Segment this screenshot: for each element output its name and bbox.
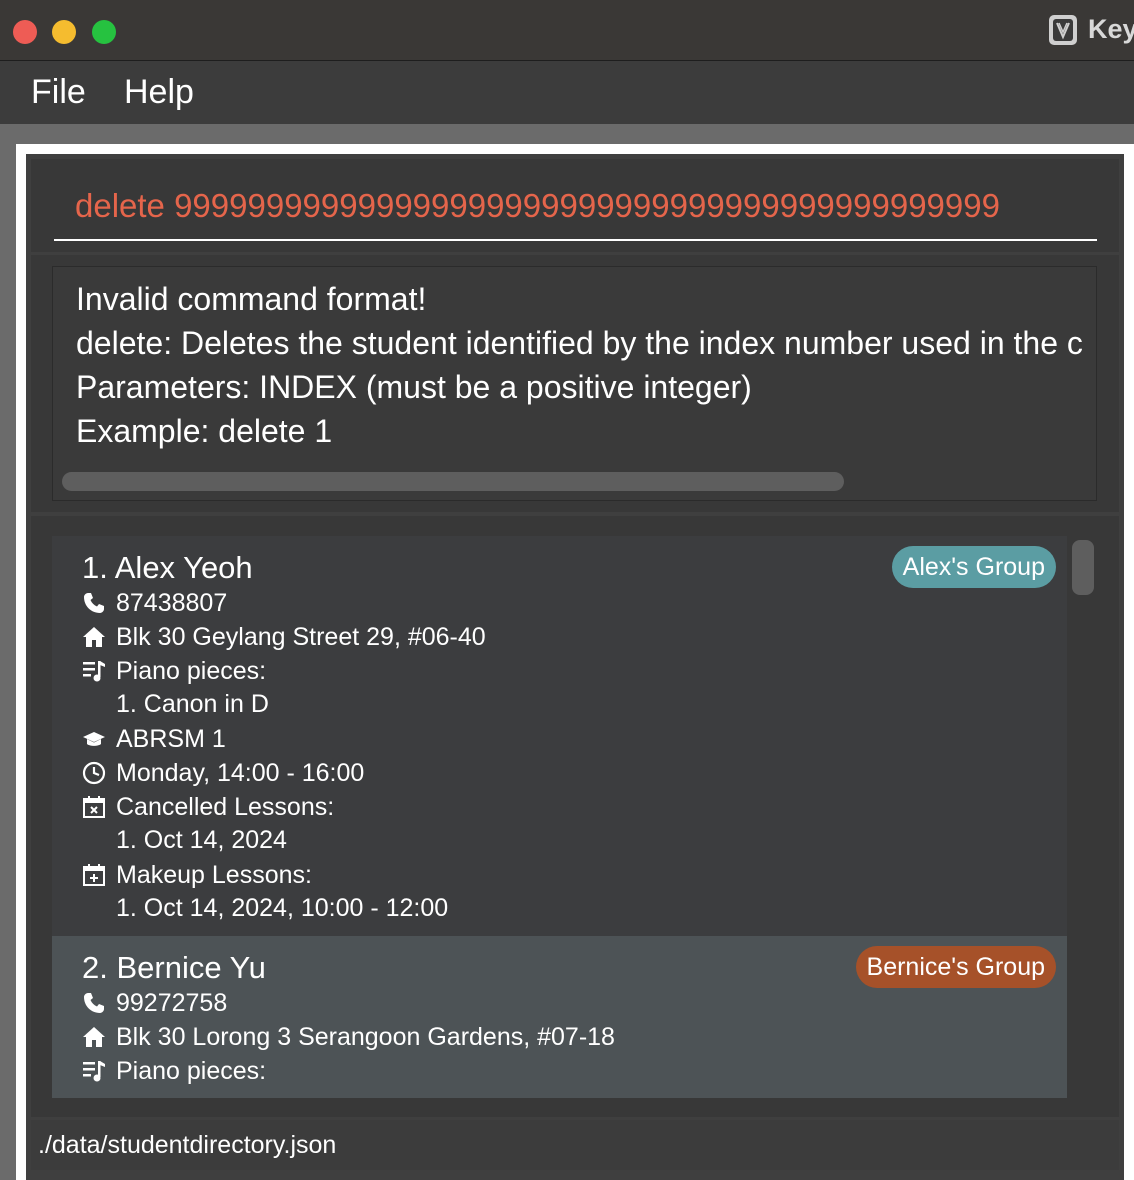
student-card[interactable]: 1. Alex Yeoh Alex's Group 87438807 Blk 3… xyxy=(52,536,1067,936)
lesson-row: Monday, 14:00 - 16:00 xyxy=(82,758,364,788)
phone-icon xyxy=(82,991,106,1015)
address: Blk 30 Geylang Street 29, #06-40 xyxy=(116,622,486,651)
command-box: delete 999999999999999999999999999999999… xyxy=(31,159,1119,252)
calendar-plus-icon xyxy=(82,863,106,887)
phone-row: 87438807 xyxy=(82,588,227,618)
calendar-x-icon xyxy=(82,795,106,819)
title-bar: Key xyxy=(0,0,1134,61)
makeup-item: 1. Oct 14, 2024, 10:00 - 12:00 xyxy=(116,894,449,922)
clock-icon xyxy=(82,761,106,785)
result-line: Parameters: INDEX (must be a positive in… xyxy=(76,369,752,405)
student-card[interactable]: 2. Bernice Yu Bernice's Group 99272758 B… xyxy=(52,936,1067,1098)
phone-number: 87438807 xyxy=(116,588,228,617)
maximize-window-button[interactable] xyxy=(92,20,116,44)
pieces-label: Piano pieces: xyxy=(116,656,267,685)
home-icon xyxy=(82,1025,106,1049)
grade: ABRSM 1 xyxy=(116,724,226,753)
pieces-row: Piano pieces: xyxy=(82,1056,266,1086)
home-icon xyxy=(82,625,106,649)
makeup-row: Makeup Lessons: xyxy=(82,860,312,890)
student-list[interactable]: 1. Alex Yeoh Alex's Group 87438807 Blk 3… xyxy=(52,536,1067,1098)
status-bar: ./data/studentdirectory.json xyxy=(31,1120,1119,1170)
address: Blk 30 Lorong 3 Serangoon Gardens, #07-1… xyxy=(116,1022,615,1051)
phone-row: 99272758 xyxy=(82,988,227,1018)
horizontal-scrollbar[interactable] xyxy=(62,472,844,491)
window-title: Key xyxy=(1088,14,1134,44)
vertical-scrollbar[interactable] xyxy=(1072,540,1094,595)
grade-row: ABRSM 1 xyxy=(82,724,226,754)
result-line: delete: Deletes the student identified b… xyxy=(76,325,1083,361)
result-line: Example: delete 1 xyxy=(76,413,333,449)
lesson-time: Monday, 14:00 - 16:00 xyxy=(116,758,365,787)
cancelled-row: Cancelled Lessons: xyxy=(82,792,334,822)
result-line: Invalid command format! xyxy=(76,281,427,317)
cancelled-item: 1. Oct 14, 2024 xyxy=(116,826,287,854)
group-tag: Alex's Group xyxy=(891,546,1056,588)
pieces-label: Piano pieces: xyxy=(116,1056,267,1085)
student-name: 2. Bernice Yu xyxy=(82,950,266,985)
piece-item: 1. Canon in D xyxy=(116,690,269,718)
result-display[interactable]: Invalid command format! delete: Deletes … xyxy=(52,266,1097,501)
phone-number: 99272758 xyxy=(116,988,228,1017)
phone-icon xyxy=(82,591,106,615)
makeup-label: Makeup Lessons: xyxy=(116,860,312,889)
address-row: Blk 30 Geylang Street 29, #06-40 xyxy=(82,622,486,652)
command-input[interactable]: delete 999999999999999999999999999999999… xyxy=(75,187,1075,225)
menu-bar: File Help xyxy=(0,61,1134,124)
data-file-path: ./data/studentdirectory.json xyxy=(38,1131,337,1159)
result-display-panel: Invalid command format! delete: Deletes … xyxy=(31,255,1119,512)
menu-file[interactable]: File xyxy=(31,73,86,112)
music-list-icon xyxy=(82,1059,106,1083)
student-name: 1. Alex Yeoh xyxy=(82,550,253,585)
menu-help[interactable]: Help xyxy=(124,73,194,112)
pieces-row: Piano pieces: xyxy=(82,656,266,686)
close-window-button[interactable] xyxy=(13,20,37,44)
command-input-underline xyxy=(54,239,1097,241)
graduation-cap-icon xyxy=(82,727,106,751)
app-logo-icon xyxy=(1049,15,1077,45)
cancelled-label: Cancelled Lessons: xyxy=(116,792,335,821)
minimize-window-button[interactable] xyxy=(52,20,76,44)
student-list-panel: 1. Alex Yeoh Alex's Group 87438807 Blk 3… xyxy=(31,516,1119,1117)
music-list-icon xyxy=(82,659,106,683)
address-row: Blk 30 Lorong 3 Serangoon Gardens, #07-1… xyxy=(82,1022,615,1052)
group-tag: Bernice's Group xyxy=(855,946,1056,988)
